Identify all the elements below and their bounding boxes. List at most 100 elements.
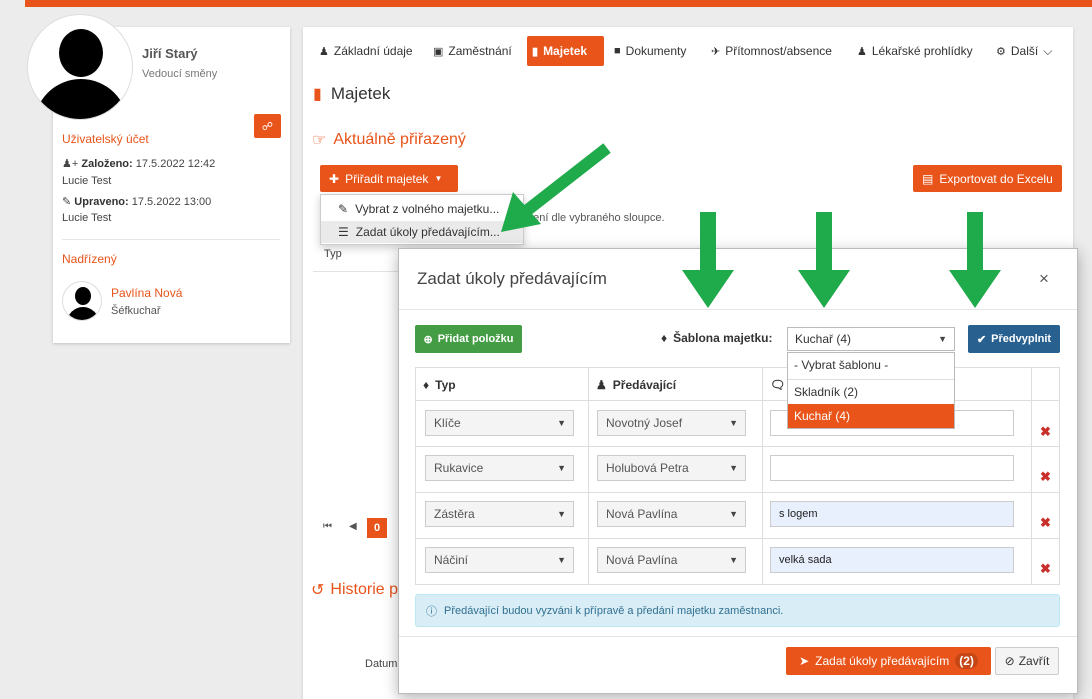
count-badge: (2) bbox=[955, 653, 978, 669]
history-section-title: ↺ Historie p bbox=[311, 581, 398, 599]
supervisor-role: Šéfkuchař bbox=[111, 305, 161, 317]
excel-icon: ▤ bbox=[922, 171, 934, 186]
export-excel-button[interactable]: ▤ Exportovat do Excelu bbox=[913, 165, 1062, 192]
edit-icon: ✎ bbox=[338, 202, 349, 216]
pager-current-page[interactable]: 0 bbox=[367, 518, 387, 538]
tasks-table: ♦ Typ ♟ Předávající 🗨 Klíče ▼ Novotný Josef… bbox=[415, 367, 1060, 585]
history-column-datum: Datum bbox=[365, 658, 398, 670]
plus-icon: ✚ bbox=[329, 171, 340, 186]
tag-icon: ♦ bbox=[423, 378, 430, 392]
file-icon: ■ bbox=[614, 45, 621, 57]
tab-basic-info[interactable]: ♟ Základní údaje bbox=[314, 36, 418, 66]
close-button[interactable]: ⊘ Zavřít bbox=[995, 647, 1059, 675]
row-type-select[interactable]: Rukavice ▼ bbox=[425, 455, 574, 481]
paper-plane-icon: ➤ bbox=[799, 654, 810, 668]
template-option[interactable]: Skladník (2) bbox=[788, 379, 954, 403]
template-label: ♦ Šablona majetku: bbox=[661, 331, 773, 345]
menu-item-assign-tasks[interactable]: ☰ Zadat úkoly předávajícím... bbox=[321, 221, 523, 243]
table-divider bbox=[313, 271, 398, 272]
updated-by: Lucie Test bbox=[62, 212, 112, 224]
cogs-icon: ⚙ bbox=[996, 45, 1006, 58]
template-option[interactable]: - Vybrat šablonu - bbox=[788, 353, 954, 377]
column-header-note: 🗨 bbox=[770, 378, 785, 392]
assign-dropdown-menu: ✎ Vybrat z volného majetku... ☰ Zadat úkol… bbox=[320, 194, 524, 245]
updated-line: ✎ Upraveno: 17.5.2022 13:00 bbox=[62, 196, 212, 208]
template-options-list: - Vybrat šablonu - Skladník (2) Kuchař (… bbox=[787, 352, 955, 429]
row-giver-select[interactable]: Novotný Josef ▼ bbox=[597, 410, 746, 436]
pager-first-icon[interactable]: ⏮ bbox=[323, 521, 332, 532]
tab-employment[interactable]: ▣ Zaměstnání bbox=[428, 36, 517, 66]
prefill-button[interactable]: ✔ Předvyplnit bbox=[968, 325, 1060, 353]
profile-role: Vedoucí směny bbox=[142, 68, 218, 80]
tasks-icon: ☰ bbox=[338, 225, 349, 239]
plane-icon: ✈ bbox=[711, 45, 721, 58]
tab-property[interactable]: ▮ Majetek bbox=[527, 36, 604, 66]
share-icon: ☍ bbox=[261, 120, 274, 133]
column-header-typ[interactable]: Typ bbox=[324, 248, 342, 260]
user-md-icon: ♟ bbox=[857, 45, 867, 58]
supervisor-avatar bbox=[62, 281, 102, 321]
assigned-section-title: ☞ Aktuálně přiřazený bbox=[312, 131, 466, 149]
profile-name: Jiří Starý bbox=[142, 46, 198, 61]
row-giver-select[interactable]: Nová Pavlína ▼ bbox=[597, 501, 746, 527]
row-giver-select[interactable]: Nová Pavlína ▼ bbox=[597, 547, 746, 573]
delete-row-icon[interactable]: ✖ bbox=[1040, 515, 1051, 531]
add-item-button[interactable]: ⊕ Přidat položku bbox=[415, 325, 522, 353]
comment-icon: 🗨 bbox=[770, 378, 786, 392]
info-icon: ⓘ bbox=[426, 605, 437, 618]
template-option-selected[interactable]: Kuchař (4) bbox=[788, 404, 954, 428]
history-icon: ↺ bbox=[311, 582, 325, 599]
check-circle-icon: ✔ bbox=[976, 333, 987, 346]
modal-footer-divider bbox=[399, 636, 1077, 637]
tags-icon: ♦ bbox=[661, 331, 668, 345]
tab-attendance[interactable]: ✈ Přítomnost/absence bbox=[706, 36, 837, 66]
menu-item-select-free[interactable]: ✎ Vybrat z volného majetku... bbox=[321, 198, 523, 220]
pencil-icon: ✎ bbox=[62, 196, 72, 208]
top-accent-bar bbox=[25, 0, 1092, 7]
user-plus-icon: ♟+ bbox=[62, 158, 79, 170]
page-title: ▮ Majetek bbox=[313, 84, 391, 103]
modal-title: Zadat úkoly předávajícím bbox=[417, 269, 607, 288]
template-select[interactable]: Kuchař (4) ▼ bbox=[787, 327, 955, 351]
row-giver-select[interactable]: Holubová Petra ▼ bbox=[597, 455, 746, 481]
annotation-arrow-icon bbox=[682, 212, 734, 308]
annotation-arrow-icon bbox=[949, 212, 1001, 308]
pager-prev-icon[interactable]: ◀ bbox=[349, 521, 357, 532]
account-section-title: Uživatelský účet bbox=[62, 132, 149, 146]
delete-row-icon[interactable]: ✖ bbox=[1040, 561, 1051, 577]
caret-down-icon: ▼ bbox=[434, 174, 443, 183]
avatar bbox=[27, 14, 133, 120]
column-header-giver: ♟ Předávající bbox=[596, 378, 677, 392]
assign-tasks-modal: Zadat úkoly předávajícím × ⊕ Přidat polož… bbox=[398, 248, 1078, 694]
tab-documents[interactable]: ■ Dokumenty bbox=[609, 36, 691, 66]
tab-more[interactable]: ⚙ Další ⌵ bbox=[991, 36, 1057, 66]
created-line: ♟+ Založeno: 17.5.2022 12:42 bbox=[62, 158, 216, 170]
column-header-typ: ♦ Typ bbox=[423, 378, 456, 392]
plus-circle-icon: ⊕ bbox=[423, 333, 433, 346]
row-type-select[interactable]: Zástěra ▼ bbox=[425, 501, 574, 527]
supervisor-name-link[interactable]: Pavlína Nová bbox=[111, 286, 182, 300]
caret-down-icon: ▼ bbox=[938, 334, 947, 344]
book-icon: ▮ bbox=[532, 45, 539, 58]
row-note-input[interactable]: s logem bbox=[770, 501, 1014, 527]
tab-medical[interactable]: ♟ Lékařské prohlídky bbox=[852, 36, 978, 66]
assign-property-button[interactable]: ✚ Přiřadit majetek ▼ bbox=[320, 165, 458, 192]
row-type-select[interactable]: Náčiní ▼ bbox=[425, 547, 574, 573]
submit-tasks-button[interactable]: ➤ Zadat úkoly předávajícím (2) bbox=[786, 647, 991, 675]
share-button[interactable]: ☍ bbox=[254, 114, 281, 138]
ban-icon: ⊘ bbox=[1004, 654, 1015, 668]
close-icon[interactable]: × bbox=[1039, 269, 1049, 289]
row-note-input[interactable]: velká sada bbox=[770, 547, 1014, 573]
user-icon: ♟ bbox=[319, 45, 329, 58]
annotation-arrow-icon bbox=[798, 212, 850, 308]
delete-row-icon[interactable]: ✖ bbox=[1040, 469, 1051, 485]
info-alert: ⓘ Předávající budou vyzváni k přípravě a … bbox=[415, 594, 1060, 627]
created-by: Lucie Test bbox=[62, 175, 112, 187]
chevron-down-icon: ⌵ bbox=[1043, 43, 1053, 58]
row-type-select[interactable]: Klíče ▼ bbox=[425, 410, 574, 436]
briefcase-icon: ▣ bbox=[433, 45, 444, 58]
delete-row-icon[interactable]: ✖ bbox=[1040, 424, 1051, 440]
annotation-arrow-icon bbox=[501, 143, 611, 232]
row-note-input[interactable] bbox=[770, 455, 1014, 481]
hand-point-icon: ☞ bbox=[312, 132, 327, 149]
